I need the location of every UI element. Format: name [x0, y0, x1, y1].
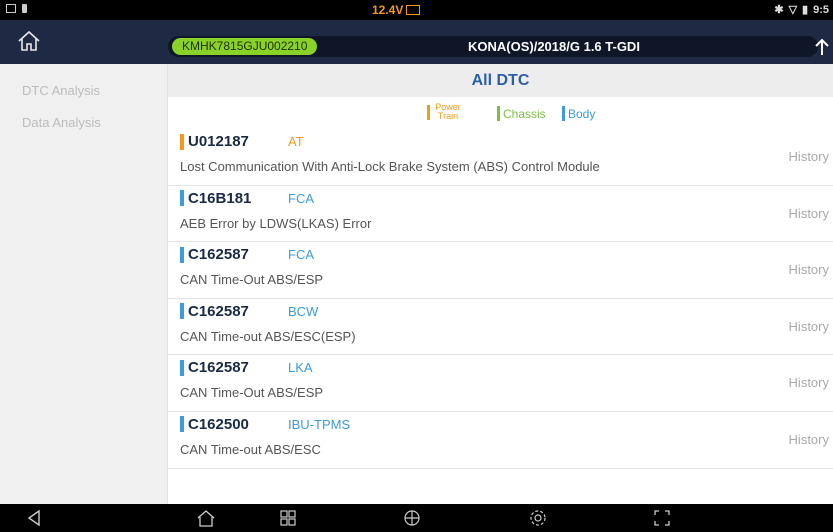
nav-home-icon[interactable]	[196, 508, 216, 528]
category-marker	[180, 359, 184, 376]
app-header: KMHK7815GJU002210 KONA(OS)/2018/G 1.6 T-…	[0, 20, 833, 64]
dtc-code: C162587	[188, 302, 249, 320]
globe-icon[interactable]	[402, 508, 422, 528]
dtc-description: AEB Error by LDWS(LKAS) Error	[180, 215, 372, 231]
dtc-code: U012187	[188, 133, 249, 150]
dtc-panel: All DTC Power Train Chassis Body U012187…	[168, 64, 833, 504]
dtc-code: C16B181	[188, 189, 252, 207]
dtc-description: CAN Time-Out ABS/ESP	[180, 385, 324, 401]
dtc-header: C162587 FCA	[180, 246, 314, 263]
legend-powertrain: Power Train	[427, 103, 463, 121]
voltage-value: 12.4V	[372, 3, 404, 17]
battery-icon: ▮	[802, 4, 809, 16]
sidebar-item-data-analysis[interactable]: Data Analysis	[22, 115, 101, 130]
home-button[interactable]	[16, 28, 42, 54]
dtc-row[interactable]: C16B181 FCA AEB Error by LDWS(LKAS) Erro…	[168, 186, 833, 243]
dtc-module: FCA	[288, 190, 314, 206]
clock: 9:5	[813, 3, 829, 16]
category-marker	[180, 416, 184, 433]
apps-icon[interactable]	[278, 508, 298, 528]
export-button[interactable]	[813, 37, 831, 57]
dtc-list: U012187 AT Lost Communication With Anti-…	[168, 129, 833, 469]
dtc-row[interactable]: U012187 AT Lost Communication With Anti-…	[168, 129, 833, 186]
dtc-description: CAN Time-out ABS/ESC(ESP)	[180, 328, 356, 344]
dtc-status: History	[788, 431, 829, 447]
home-icon	[18, 30, 40, 51]
dtc-status: History	[788, 262, 829, 278]
dtc-code: C162587	[188, 246, 249, 264]
legend-chassis: Chassis	[497, 106, 546, 121]
dtc-row[interactable]: C162587 FCA CAN Time-Out ABS/ESP History	[168, 242, 833, 299]
page-title: All DTC	[168, 64, 833, 97]
dtc-module: LKA	[288, 360, 313, 376]
system-status: ✱ ▽ ▮ 9:5	[774, 3, 829, 17]
dtc-module: FCA	[288, 247, 314, 263]
dtc-status: History	[788, 205, 829, 221]
dtc-module: AT	[288, 134, 304, 149]
legend-chassis-label: Chassis	[503, 106, 546, 121]
dtc-header: C162587 BCW	[180, 303, 318, 320]
dtc-description: CAN Time-out ABS/ESC	[180, 441, 321, 457]
category-marker	[180, 303, 184, 320]
legend-powertrain-label: Power Train	[435, 102, 461, 121]
legend-body: Body	[562, 106, 595, 121]
screenshot-notification-icon	[6, 4, 16, 13]
battery-small-icon	[22, 4, 27, 13]
dtc-row[interactable]: C162587 BCW CAN Time-out ABS/ESC(ESP) Hi…	[168, 299, 833, 356]
category-marker	[180, 246, 184, 263]
dtc-header: C162587 LKA	[180, 359, 313, 376]
dtc-description: CAN Time-Out ABS/ESP	[180, 272, 324, 288]
vehicle-model: KONA(OS)/2018/G 1.6 T-GDI	[468, 39, 640, 54]
dtc-module: IBU-TPMS	[288, 416, 351, 432]
dtc-code: C162587	[188, 359, 249, 377]
dtc-status: History	[788, 318, 829, 334]
body-swatch	[562, 106, 565, 121]
chassis-swatch	[497, 106, 500, 121]
vehicle-info-bar: KMHK7815GJU002210 KONA(OS)/2018/G 1.6 T-…	[168, 36, 818, 57]
legend-body-label: Body	[568, 106, 596, 121]
dtc-status: History	[788, 149, 829, 164]
dtc-row[interactable]: C162587 LKA CAN Time-Out ABS/ESP History	[168, 355, 833, 412]
sidebar-item-dtc-analysis[interactable]: DTC Analysis	[22, 83, 100, 98]
category-marker	[180, 190, 184, 207]
dtc-status: History	[788, 375, 829, 391]
export-icon	[815, 38, 829, 55]
dtc-row[interactable]: C162500 IBU-TPMS CAN Time-out ABS/ESC Hi…	[168, 412, 833, 469]
side-menu: DTC Analysis Data Analysis	[0, 64, 168, 504]
category-legend: Power Train Chassis Body	[168, 101, 833, 125]
category-marker	[180, 133, 184, 150]
status-bar: 12.4V ✱ ▽ ▮ 9:5	[0, 0, 833, 20]
back-icon[interactable]	[24, 508, 44, 528]
dtc-header: C16B181 FCA	[180, 190, 314, 207]
vin-badge: KMHK7815GJU002210	[172, 38, 318, 55]
wifi-icon: ▽	[788, 4, 798, 16]
dtc-header: U012187 AT	[180, 133, 304, 150]
dtc-description: Lost Communication With Anti-Lock Brake …	[180, 159, 600, 174]
navigation-bar	[0, 504, 833, 532]
gear-icon[interactable]	[528, 508, 548, 528]
bluetooth-icon: ✱	[774, 4, 784, 16]
dtc-module: BCW	[288, 303, 319, 319]
dtc-code: C162500	[188, 415, 249, 433]
car-battery-icon	[406, 5, 421, 15]
voltage-indicator: 12.4V	[372, 3, 421, 17]
notification-icons	[6, 4, 27, 13]
dtc-header: C162500 IBU-TPMS	[180, 416, 350, 433]
screenshot-icon[interactable]	[652, 508, 672, 528]
powertrain-swatch	[427, 104, 430, 120]
